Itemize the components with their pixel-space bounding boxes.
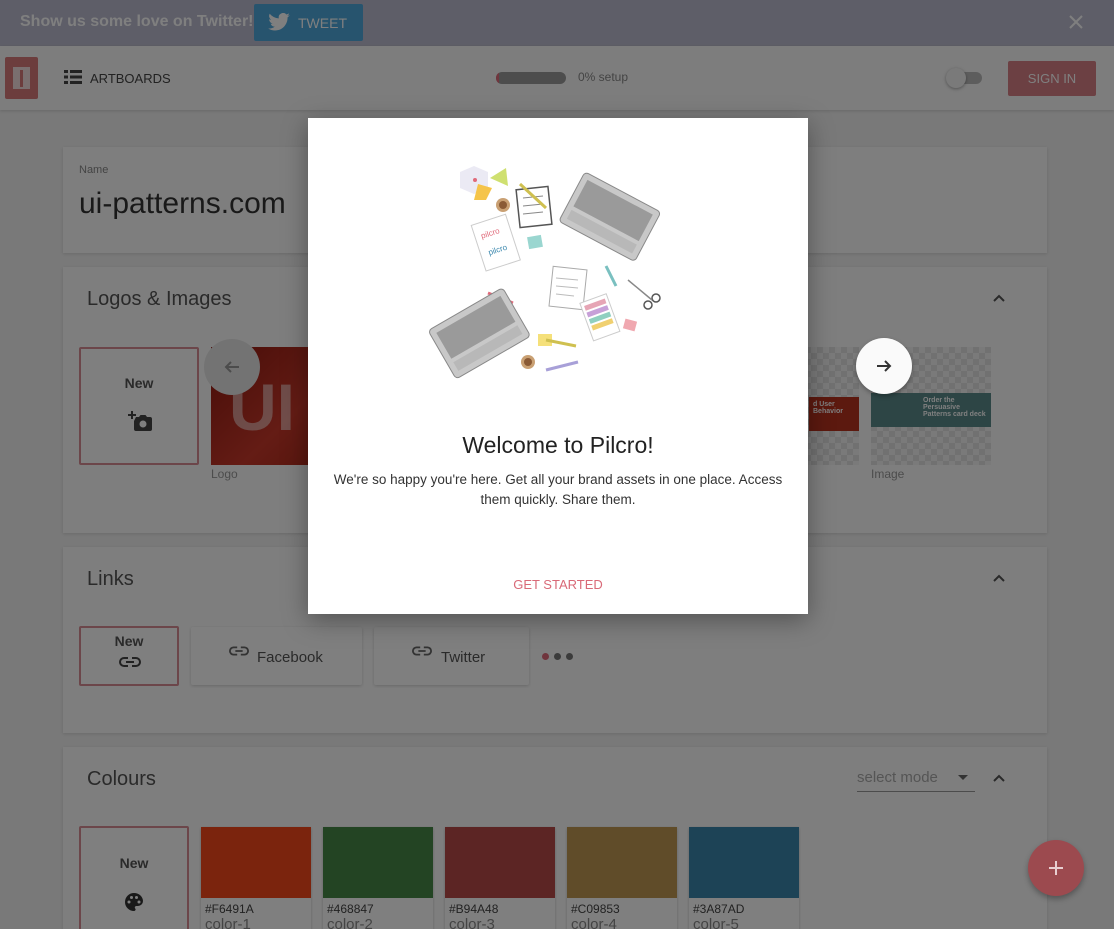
get-started-button[interactable]: GET STARTED (308, 577, 808, 592)
arrow-right-icon (877, 360, 892, 372)
carousel-next-button[interactable] (856, 338, 912, 394)
welcome-dialog: pilcro pilcro Welcome to Pilcro! We're s… (308, 118, 808, 614)
welcome-body: We're so happy you're here. Get all your… (333, 472, 783, 507)
add-fab-button[interactable] (1028, 840, 1084, 896)
desk-illustration: pilcro pilcro (429, 166, 661, 379)
welcome-title: Welcome to Pilcro! (462, 432, 654, 458)
